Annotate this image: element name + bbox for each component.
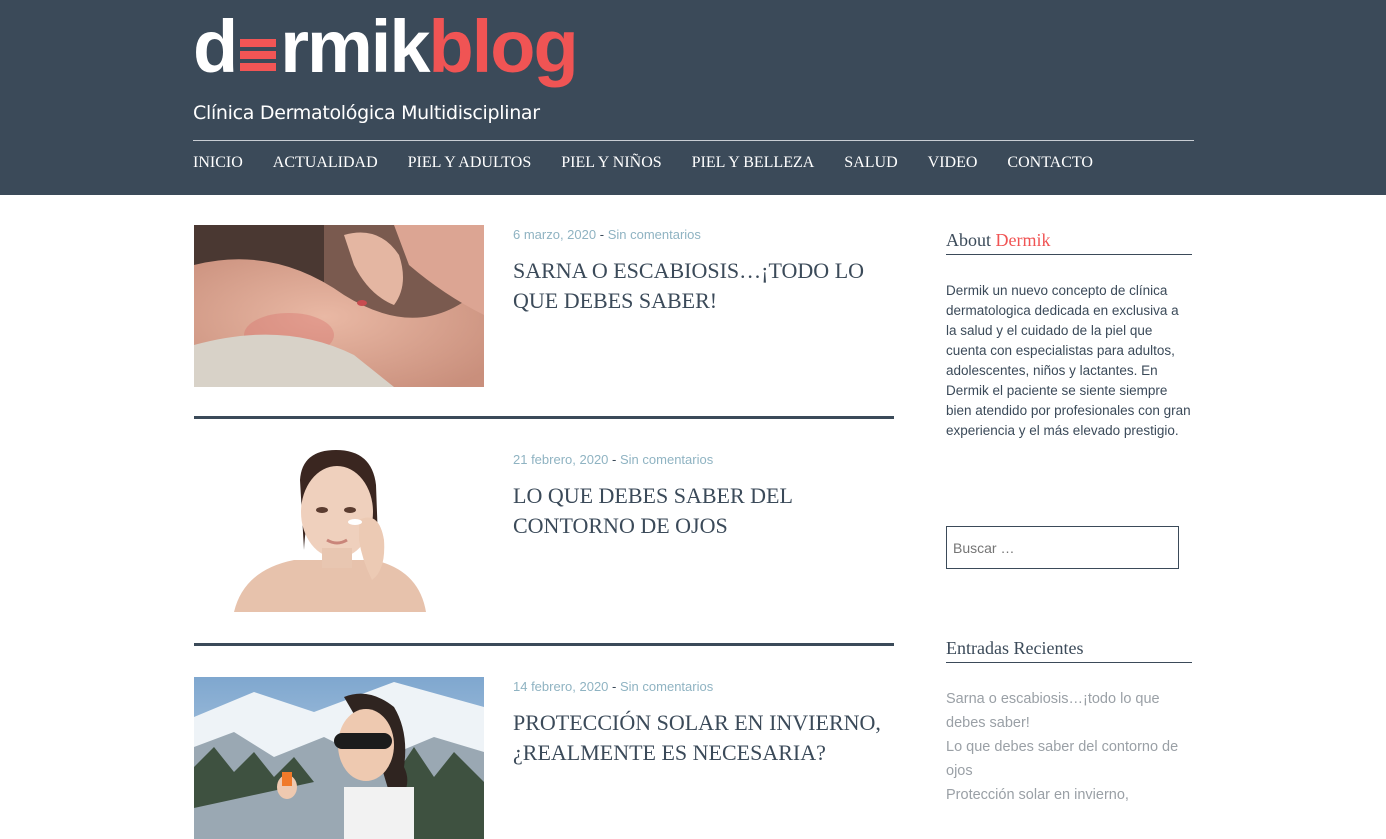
- post-date[interactable]: 21 febrero, 2020: [513, 452, 608, 467]
- post-meta: 6 marzo, 2020 - Sin comentarios: [513, 227, 701, 242]
- site-logo[interactable]: d rmikblog: [193, 2, 579, 92]
- recent-post-link[interactable]: Sarna o escabiosis…¡todo lo que debes sa…: [946, 688, 1192, 735]
- woman-scratching-shoulder-photo: [194, 225, 484, 387]
- widget-title-accent: Dermik: [995, 230, 1051, 250]
- recent-post-link[interactable]: Lo que debes saber del contorno de ojos: [946, 736, 1192, 783]
- nav-item-salud[interactable]: SALUD: [844, 152, 897, 174]
- post-title[interactable]: LO QUE DEBES SABER DEL CONTORNO DE OJOS: [513, 481, 893, 541]
- meta-separator: -: [612, 679, 617, 694]
- recent-post-link[interactable]: Protección solar en invierno,: [946, 784, 1192, 808]
- main-nav: INICIO ACTUALIDAD PIEL Y ADULTOS PIEL Y …: [193, 152, 1123, 174]
- logo-letter: d: [193, 5, 238, 88]
- nav-item-actualidad[interactable]: ACTUALIDAD: [273, 152, 378, 174]
- widget-title-underline: [946, 254, 1192, 255]
- meta-separator: -: [612, 452, 617, 467]
- logo-word-dermik: rmik: [280, 5, 430, 88]
- post-title[interactable]: PROTECCIÓN SOLAR EN INVIERNO, ¿REALMENTE…: [513, 708, 893, 768]
- nav-item-inicio[interactable]: INICIO: [193, 152, 243, 174]
- site-tagline: Clínica Dermatológica Multidisciplinar: [193, 102, 540, 124]
- logo-e-mark-icon: [240, 36, 277, 74]
- widget-title-about: About Dermik: [946, 230, 1050, 251]
- logo-word-blog: blog: [428, 5, 579, 88]
- widget-title-underline: [946, 662, 1192, 663]
- post-date[interactable]: 14 febrero, 2020: [513, 679, 608, 694]
- widget-title-text: About: [946, 230, 991, 250]
- post-divider: [194, 416, 894, 419]
- meta-separator: -: [599, 227, 605, 242]
- widget-title-recent-posts: Entradas Recientes: [946, 638, 1084, 658]
- post-title[interactable]: SARNA O ESCABIOSIS…¡TODO LO QUE DEBES SA…: [513, 256, 893, 316]
- header-divider: [193, 140, 1194, 141]
- post-comments-link[interactable]: Sin comentarios: [608, 227, 701, 242]
- woman-applying-eye-cream-photo: [194, 450, 484, 612]
- recent-posts-list: Sarna o escabiosis…¡todo lo que debes sa…: [946, 688, 1192, 809]
- post-meta: 21 febrero, 2020 - Sin comentarios: [513, 452, 713, 467]
- nav-item-piel-y-adultos[interactable]: PIEL Y ADULTOS: [408, 152, 532, 174]
- nav-item-contacto[interactable]: CONTACTO: [1007, 152, 1093, 174]
- site-header: d rmikblog Clínica Dermatológica Multidis…: [0, 0, 1386, 195]
- nav-item-piel-y-ninos[interactable]: PIEL Y NIÑOS: [561, 152, 661, 174]
- woman-sunglasses-snow-photo: [194, 677, 484, 839]
- post-comments-link[interactable]: Sin comentarios: [620, 679, 713, 694]
- nav-item-piel-y-belleza[interactable]: PIEL Y BELLEZA: [692, 152, 815, 174]
- post-meta: 14 febrero, 2020 - Sin comentarios: [513, 679, 713, 694]
- post-thumbnail[interactable]: [194, 225, 484, 387]
- post-date[interactable]: 6 marzo, 2020: [513, 227, 596, 242]
- nav-item-video[interactable]: VIDEO: [928, 152, 978, 174]
- post-divider: [194, 643, 894, 646]
- post-thumbnail[interactable]: [194, 450, 484, 612]
- post-thumbnail[interactable]: [194, 677, 484, 839]
- about-text: Dermik un nuevo concepto de clínica derm…: [946, 283, 1191, 438]
- post-comments-link[interactable]: Sin comentarios: [620, 452, 713, 467]
- search-input[interactable]: [946, 526, 1179, 569]
